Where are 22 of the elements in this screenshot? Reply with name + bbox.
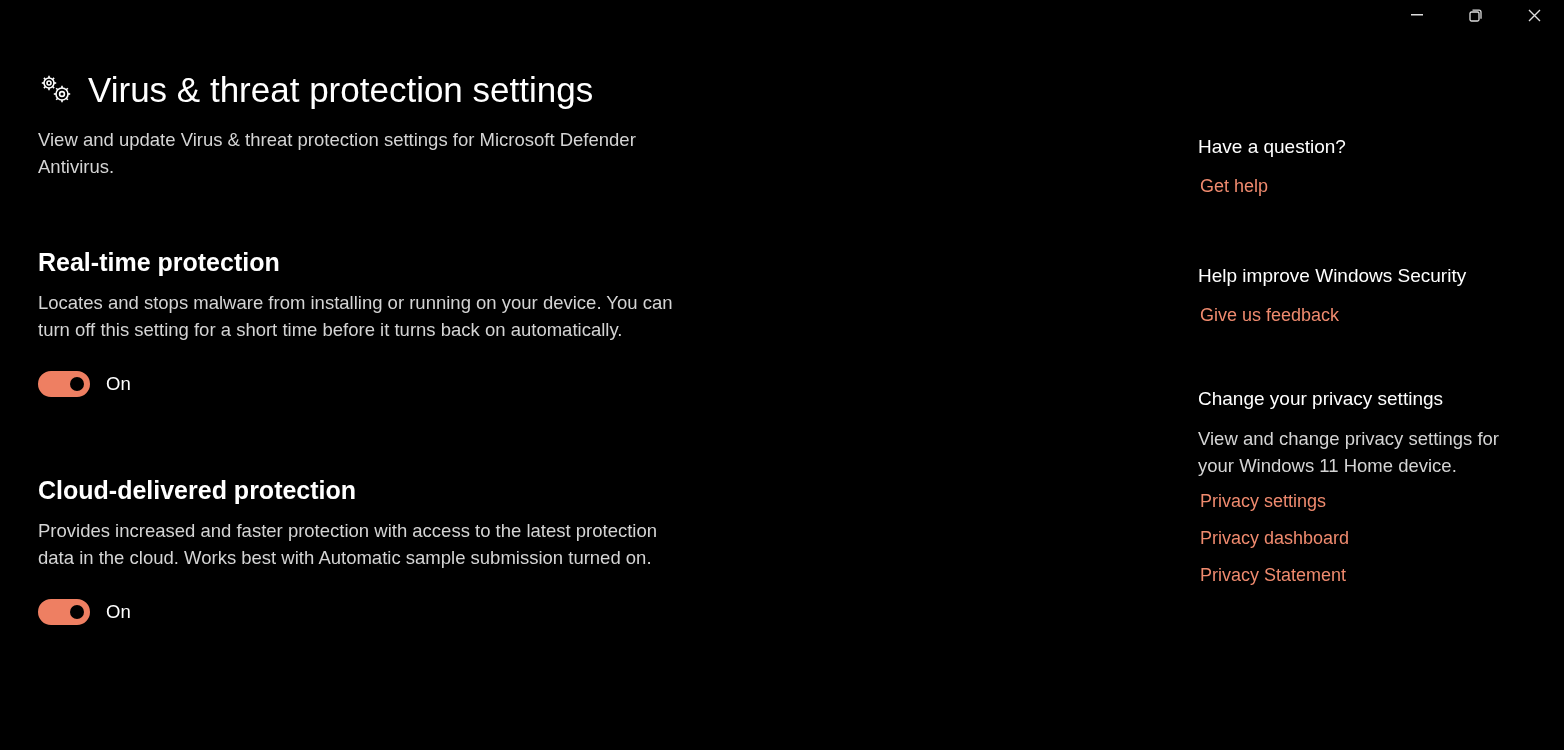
toggle-label: On [106,373,131,395]
page-title: Virus & threat protection settings [88,69,594,111]
sidebar-link[interactable]: Privacy Statement [1200,563,1347,587]
close-icon [1528,8,1541,22]
setting-description: Locates and stops malware from installing or running on your device. You can turn off this setting for a short time before it turns back on automatically. [38,291,674,342]
setting-description: Provides increased and faster protection with access to the latest protection data in the cloud. Works best with Automatic sample submission turned on. [38,519,659,570]
toggle-label: On [106,601,131,623]
sidebar-description: View and change privacy settings for your Windows 11 Home device. [1198,427,1500,478]
minimize-icon [1410,14,1423,16]
page-description: View and update Virus & threat protection settings for Microsoft Defender Antivirus. [38,128,637,179]
toggle-switch[interactable] [38,599,90,625]
section-heading: Cloud-delivered protection [38,475,358,506]
restore-icon [1469,8,1482,22]
sidebar-link[interactable]: Get help [1200,174,1269,198]
sidebar-heading: Have a question? [1198,135,1347,159]
sidebar-heading: Change your privacy settings [1198,387,1444,411]
sidebar-link[interactable]: Privacy settings [1200,489,1327,513]
sidebar-heading: Help improve Windows Security [1198,264,1468,288]
toggle-switch[interactable] [38,371,90,397]
sidebar-link[interactable]: Privacy dashboard [1200,526,1350,550]
sidebar-link[interactable]: Give us feedback [1200,303,1340,327]
section-heading: Real-time protection [38,247,281,278]
